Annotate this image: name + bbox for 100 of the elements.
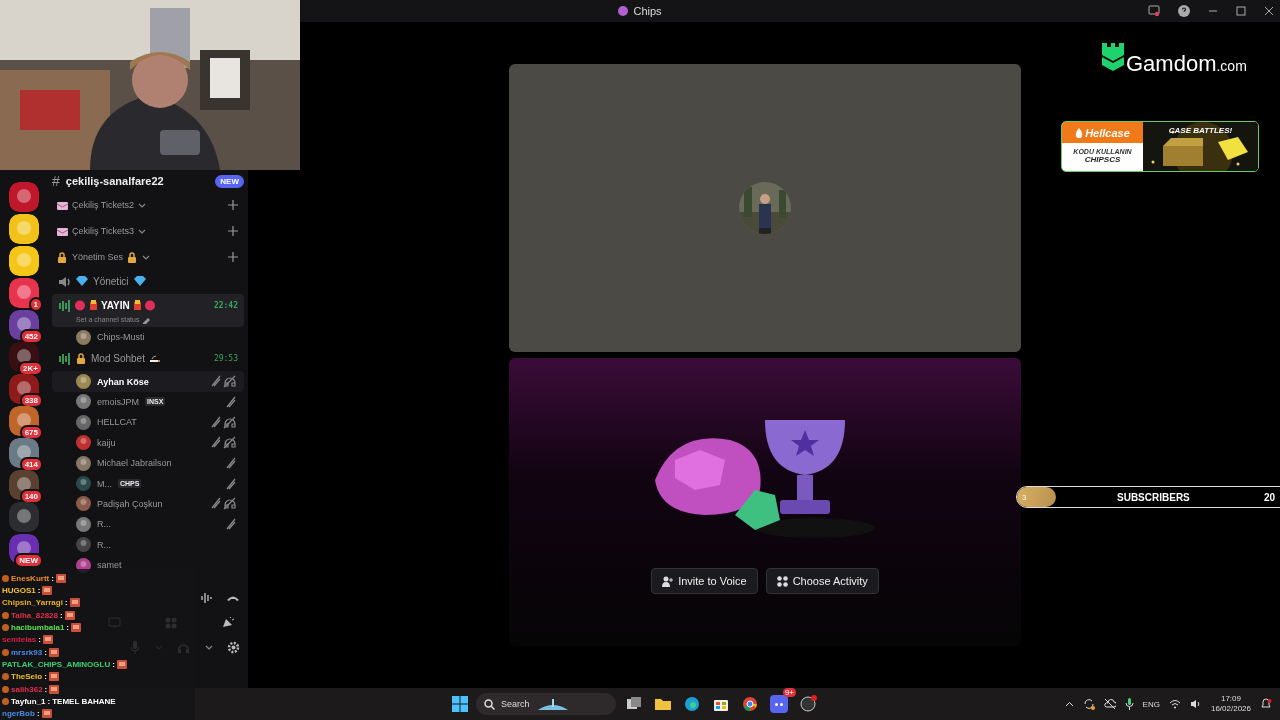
avatar[interactable] xyxy=(76,329,91,345)
member-name[interactable]: HELLCAT xyxy=(97,417,137,428)
chat-separator: : xyxy=(44,672,47,682)
chat-separator: : xyxy=(44,684,48,694)
member-name[interactable]: Chips-Musti xyxy=(97,332,145,343)
member-name[interactable]: R... xyxy=(97,539,111,550)
member-name[interactable]: M... xyxy=(97,478,112,489)
server-icon[interactable] xyxy=(9,246,39,276)
caret-icon[interactable] xyxy=(1064,699,1074,709)
voice-channel-name[interactable]: YAYIN xyxy=(101,299,130,311)
notification-badge: 9+ xyxy=(782,688,796,697)
emote-icon xyxy=(71,622,82,632)
search-field[interactable]: Search xyxy=(476,693,616,715)
speaker-icon xyxy=(58,274,71,288)
banner-brand: Hellcase xyxy=(1085,126,1130,139)
close-icon[interactable] xyxy=(1264,6,1274,16)
category-name[interactable]: Çekiliş Tickets3 xyxy=(72,226,134,236)
voice-channel-name[interactable]: Mod Sohbet xyxy=(91,352,145,364)
avatar[interactable] xyxy=(76,414,91,430)
video-tile[interactable] xyxy=(509,64,1021,352)
flame-icon xyxy=(1075,127,1084,138)
help-icon[interactable] xyxy=(1178,5,1190,17)
new-badge: NEW xyxy=(215,174,244,188)
notification-bell-icon[interactable] xyxy=(1260,698,1272,710)
member-row-highlight[interactable]: Ayhan Köse xyxy=(52,371,244,392)
settings-icon[interactable] xyxy=(227,641,240,654)
chat-message: TEMEL BAHANE xyxy=(52,696,116,706)
chat-separator: : xyxy=(51,573,54,583)
cigarette-icon xyxy=(148,353,161,364)
emote-icon xyxy=(69,598,80,608)
lock-icon xyxy=(126,250,139,264)
gem-icon xyxy=(75,275,89,287)
avatar[interactable] xyxy=(76,476,91,492)
maximize-icon[interactable] xyxy=(1236,6,1246,16)
microphone-icon[interactable] xyxy=(1124,698,1134,710)
sound-wave-icon[interactable] xyxy=(200,592,212,604)
chat-separator: : xyxy=(66,622,70,632)
window-title: Chips xyxy=(633,5,662,17)
lock-icon xyxy=(56,250,69,264)
sound-wave-icon xyxy=(58,351,71,365)
voice-channel-name[interactable]: Yönetici xyxy=(93,275,129,287)
plus-icon[interactable] xyxy=(228,226,238,236)
member-name[interactable]: emoisJPM xyxy=(97,396,139,407)
invite-button[interactable]: Invite to Voice xyxy=(651,568,758,594)
fries-icon xyxy=(75,299,97,311)
wifi-icon[interactable] xyxy=(1168,699,1181,709)
chat-separator: : xyxy=(37,586,41,595)
member-name[interactable]: Padişah Çoşkun xyxy=(97,498,163,509)
volume-icon[interactable] xyxy=(1189,699,1202,709)
member-name[interactable]: Ayhan Köse xyxy=(97,376,149,387)
plus-icon[interactable] xyxy=(228,200,238,210)
avatar[interactable] xyxy=(76,537,91,553)
chat-separator: : xyxy=(38,635,41,645)
chat-username: TheSelo xyxy=(11,672,43,682)
windows-start-icon[interactable] xyxy=(452,696,468,712)
avatar[interactable] xyxy=(76,435,91,451)
member-name[interactable]: kaiju xyxy=(97,437,116,448)
plus-icon[interactable] xyxy=(228,252,238,262)
clock-time[interactable]: 17:09 xyxy=(1220,694,1241,704)
activity-button[interactable]: Choose Activity xyxy=(765,568,879,594)
lock-icon xyxy=(75,351,87,365)
avatar[interactable] xyxy=(76,516,91,532)
cloud-icon[interactable] xyxy=(1103,698,1116,710)
soundboard-icon[interactable] xyxy=(221,616,234,629)
emote-icon xyxy=(42,586,53,595)
avatar[interactable] xyxy=(76,394,91,410)
channel-name[interactable]: çekiliş-sanalfare22 xyxy=(65,175,164,187)
avatar[interactable] xyxy=(76,455,91,471)
goal-label: SUBSCRIBERS xyxy=(1117,491,1190,503)
category-name[interactable]: Çekiliş Tickets2 xyxy=(72,200,134,210)
goal-target: 20 xyxy=(1264,491,1276,503)
screen-share-icon[interactable] xyxy=(1148,5,1160,17)
count-badge: NEW xyxy=(14,553,43,568)
chat-username: Tayfun_1 xyxy=(11,696,46,706)
avatar[interactable] xyxy=(76,374,91,390)
pencil-icon xyxy=(142,315,152,324)
chat-separator: : xyxy=(47,696,51,706)
avatar[interactable] xyxy=(76,496,91,512)
emote-icon xyxy=(49,684,60,694)
emote-icon xyxy=(48,672,59,682)
server-icon[interactable] xyxy=(9,278,39,308)
server-icon[interactable] xyxy=(9,214,39,244)
clock-date[interactable]: 16/02/2026 xyxy=(1210,704,1251,714)
chevron-icon[interactable] xyxy=(204,643,213,652)
member-name[interactable]: samet xyxy=(97,560,122,571)
sync-icon[interactable] xyxy=(1082,698,1095,710)
category-name[interactable]: Yönetim Ses xyxy=(72,252,124,262)
member-name[interactable]: R... xyxy=(97,519,111,530)
call-duration: 22:42 xyxy=(213,300,238,310)
member-name[interactable]: Michael Jabrailson xyxy=(97,458,172,469)
emote-icon xyxy=(42,635,53,645)
chat-username: PATLAK_CHIPS_AMINOGLU xyxy=(2,659,111,669)
search-icon xyxy=(484,698,495,710)
chat-username: EnesKurtt xyxy=(11,573,50,583)
language-indicator[interactable]: ENG xyxy=(1142,699,1160,709)
sponsor-logo-text: Gamdom xyxy=(1126,51,1217,77)
activity-icon xyxy=(776,575,788,587)
emote-icon xyxy=(116,659,127,669)
sound-wave-icon xyxy=(58,298,71,312)
banner-slogan: CASE BATTLES! xyxy=(1167,126,1234,135)
